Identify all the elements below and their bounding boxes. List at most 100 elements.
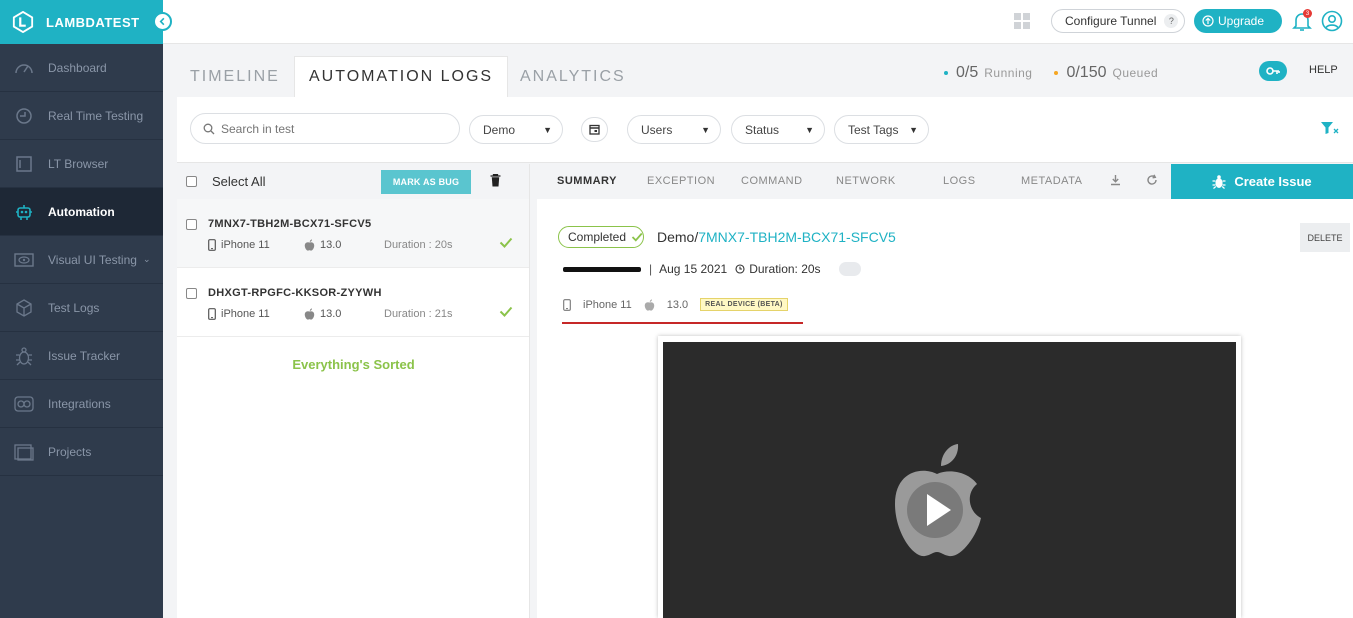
clock-icon <box>735 264 745 274</box>
search-icon <box>203 123 215 134</box>
apple-play-icon[interactable] <box>891 442 983 560</box>
os-version: 13.0 <box>666 298 689 311</box>
sidebar-item-label: Test Logs <box>48 300 100 315</box>
chevron-down-icon: ▼ <box>909 124 918 135</box>
upgrade-button[interactable]: Upgrade <box>1194 9 1282 33</box>
mark-as-bug-button[interactable]: MARK AS BUG <box>381 170 471 194</box>
tab-exception[interactable]: EXCEPTION <box>647 175 715 187</box>
brand-header[interactable]: LAMBDATEST <box>0 0 172 44</box>
test-duration-value: Duration: 20s <box>749 262 821 276</box>
apps-grid-icon[interactable] <box>1014 13 1030 29</box>
test-id: DHXGT-RPGFC-KKSOR-ZYYWH <box>208 287 382 299</box>
test-id: 7MNX7-TBH2M-BCX71-SFCV5 <box>208 218 372 230</box>
main-tabs: TIMELINE AUTOMATION LOGS ANALYTICS 0/5 R… <box>163 44 1353 97</box>
sidebar-item-issue-tracker[interactable]: Issue Tracker <box>0 332 163 380</box>
sidebar: LAMBDATEST Dashboard Real Time Testing L… <box>0 0 172 618</box>
chevron-down-icon: ▼ <box>701 124 710 135</box>
tab-metadata[interactable]: METADATA <box>1021 175 1082 187</box>
bug-icon <box>14 346 34 366</box>
sidebar-item-label: Issue Tracker <box>48 348 121 363</box>
test-list-item[interactable]: DHXGT-RPGFC-KKSOR-ZYYWH iPhone 11 13.0 D… <box>177 268 529 337</box>
checkmark-icon <box>499 306 513 317</box>
select-all-checkbox[interactable] <box>186 176 197 187</box>
tab-summary[interactable]: SUMMARY <box>557 175 617 187</box>
tab-timeline[interactable]: TIMELINE <box>190 56 280 97</box>
sidebar-item-lt-browser[interactable]: LT Browser <box>0 140 163 188</box>
test-id-link[interactable]: 7MNX7-TBH2M-BCX71-SFCV5 <box>698 229 896 245</box>
download-icon[interactable] <box>1110 174 1121 186</box>
access-key-button[interactable] <box>1259 61 1287 81</box>
test-device: iPhone 11 <box>208 308 304 320</box>
tag-pill[interactable] <box>838 262 861 276</box>
sidebar-item-label: Projects <box>48 444 92 459</box>
sidebar-item-automation[interactable]: Automation <box>0 188 163 236</box>
test-device: iPhone 11 <box>208 239 304 251</box>
tab-analytics[interactable]: ANALYTICS <box>520 56 626 97</box>
device-tab-underline <box>562 322 803 324</box>
sidebar-item-integrations[interactable]: Integrations <box>0 380 163 428</box>
running-dot-icon <box>944 71 948 75</box>
create-issue-label: Create Issue <box>1234 174 1312 189</box>
mobile-phone-icon <box>208 239 216 251</box>
configure-tunnel-button[interactable]: Configure Tunnel ? <box>1051 9 1185 33</box>
eye-screen-icon <box>14 250 34 270</box>
checkmark-icon <box>631 232 643 242</box>
tab-logs[interactable]: LOGS <box>943 175 976 187</box>
refresh-icon[interactable] <box>1146 174 1158 186</box>
device-item: iPhone 11 <box>563 299 632 311</box>
create-issue-button[interactable]: Create Issue <box>1171 164 1353 199</box>
sidebar-item-label: Automation <box>48 204 115 219</box>
test-list-header: Select All MARK AS BUG <box>177 164 529 199</box>
chevron-down-icon: ⌄ <box>142 254 151 264</box>
help-question-icon[interactable]: ? <box>1164 14 1179 28</box>
help-link[interactable]: HELP <box>1309 64 1338 76</box>
tab-command[interactable]: COMMAND <box>741 175 803 187</box>
meta-separator: | <box>649 262 653 276</box>
browser-icon <box>14 154 34 174</box>
collapse-sidebar-button[interactable] <box>153 12 172 31</box>
status-select-value: Status <box>745 122 780 137</box>
test-list-item[interactable]: 7MNX7-TBH2M-BCX71-SFCV5 iPhone 11 13.0 D… <box>177 199 529 268</box>
search-box[interactable] <box>190 113 460 144</box>
calendar-icon <box>589 124 600 135</box>
sidebar-item-test-logs[interactable]: Test Logs <box>0 284 163 332</box>
clock-icon <box>14 106 34 126</box>
trash-icon[interactable] <box>490 174 501 187</box>
users-select[interactable]: Users ▼ <box>627 115 721 144</box>
puzzle-icon <box>14 394 34 414</box>
test-meta: iPhone 11 13.0 <box>208 239 384 251</box>
lambdatest-logo-icon <box>12 11 34 33</box>
tab-automation-logs[interactable]: AUTOMATION LOGS <box>294 56 509 97</box>
status-badge: Completed <box>558 226 644 248</box>
sidebar-item-label: Visual UI Testing <box>48 252 137 267</box>
test-meta: iPhone 11 13.0 <box>208 308 384 320</box>
apple-icon <box>304 308 315 320</box>
running-label: Running <box>984 66 1033 80</box>
test-detail-pane: SUMMARY EXCEPTION COMMAND NETWORK LOGS M… <box>537 164 1353 618</box>
sidebar-item-projects[interactable]: Projects <box>0 428 163 476</box>
status-select[interactable]: Status ▼ <box>731 115 825 144</box>
test-checkbox[interactable] <box>186 219 197 230</box>
date-picker-button[interactable] <box>581 117 608 142</box>
tab-network[interactable]: NETWORK <box>836 175 896 187</box>
test-device-name: iPhone 11 <box>221 239 270 251</box>
upgrade-label: Upgrade <box>1218 14 1265 28</box>
bug-icon <box>1212 175 1226 189</box>
test-list-pane: Select All MARK AS BUG 7MNX7-TBH2M-BCX71… <box>177 164 530 618</box>
sidebar-item-visual-ui-testing[interactable]: Visual UI Testing ⌄ <box>0 236 163 284</box>
sidebar-item-real-time-testing[interactable]: Real Time Testing <box>0 92 163 140</box>
test-os-version: 13.0 <box>320 239 342 251</box>
test-duration: Duration : 20s <box>384 239 453 251</box>
test-tags-select[interactable]: Test Tags ▼ <box>834 115 929 144</box>
folder-icon <box>14 442 34 462</box>
delete-button[interactable]: DELETE <box>1300 223 1350 252</box>
user-avatar-icon[interactable] <box>1321 10 1343 32</box>
build-select[interactable]: Demo ▼ <box>469 115 563 144</box>
queued-dot-icon <box>1054 71 1059 75</box>
redacted-username <box>563 266 641 272</box>
sidebar-item-dashboard[interactable]: Dashboard <box>0 44 163 92</box>
video-player[interactable] <box>663 342 1236 618</box>
clear-filter-icon[interactable] <box>1320 121 1340 135</box>
test-checkbox[interactable] <box>186 288 197 299</box>
search-input[interactable] <box>221 121 441 136</box>
